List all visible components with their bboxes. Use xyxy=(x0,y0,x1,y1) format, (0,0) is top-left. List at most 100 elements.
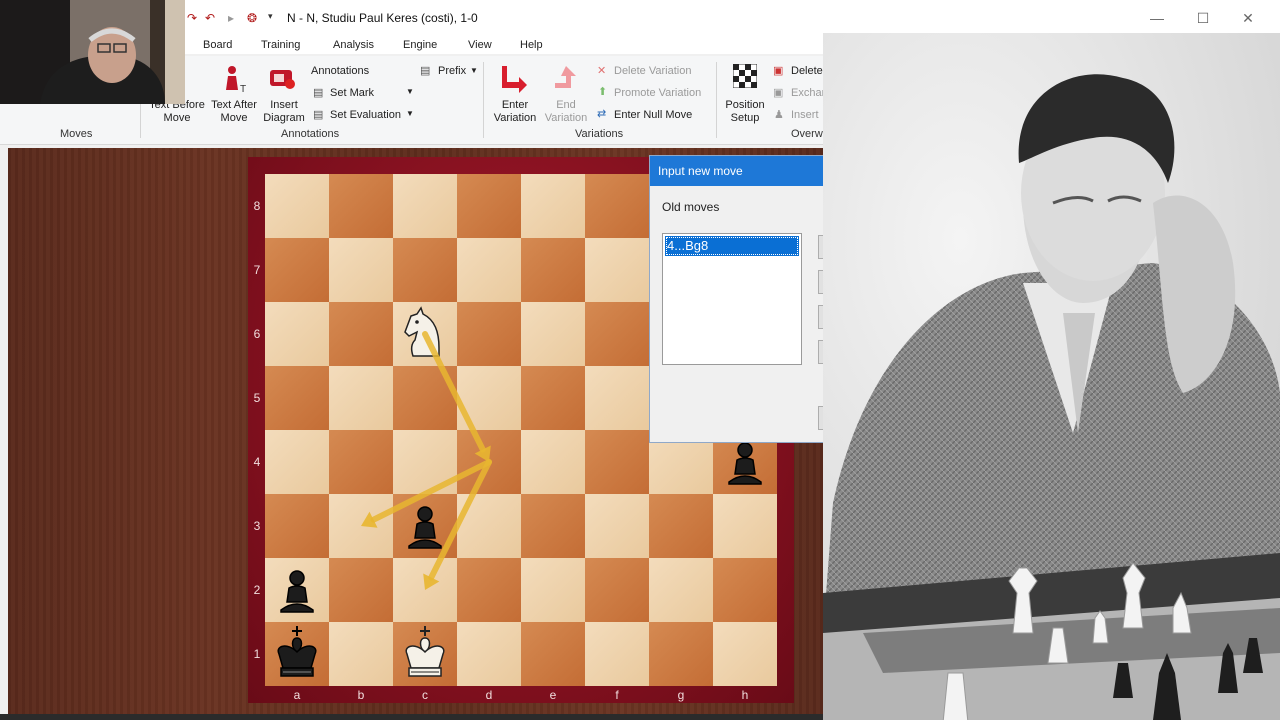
menu-analysis[interactable]: Analysis xyxy=(333,39,374,51)
menu-training[interactable]: Training xyxy=(261,39,300,51)
overwrite-group-label: Overwr xyxy=(791,128,827,140)
text-after-move-button[interactable]: Text After Move xyxy=(206,99,262,125)
square-a6[interactable] xyxy=(265,302,329,366)
svg-text:T: T xyxy=(240,84,246,94)
square-d6[interactable] xyxy=(457,302,521,366)
square-e6[interactable] xyxy=(521,302,585,366)
square-d2[interactable] xyxy=(457,558,521,622)
undo-icon[interactable]: ↶ xyxy=(205,11,215,25)
rank-label: 3 xyxy=(253,519,261,533)
square-c2[interactable] xyxy=(393,558,457,622)
square-a3[interactable] xyxy=(265,494,329,558)
square-a4[interactable] xyxy=(265,430,329,494)
square-b2[interactable] xyxy=(329,558,393,622)
maximize-button[interactable]: ☐ xyxy=(1193,9,1213,27)
square-e1[interactable] xyxy=(521,622,585,686)
prefix-dropdown-icon[interactable]: ▼ xyxy=(470,66,478,75)
square-h1[interactable] xyxy=(713,622,777,686)
menu-engine[interactable]: Engine xyxy=(403,39,437,51)
insert-button[interactable]: Insert xyxy=(791,109,819,121)
square-e3[interactable] xyxy=(521,494,585,558)
square-h3[interactable] xyxy=(713,494,777,558)
square-e5[interactable] xyxy=(521,366,585,430)
prefix-button[interactable]: Prefix xyxy=(438,65,466,77)
square-b8[interactable] xyxy=(329,174,393,238)
black-pawn-icon[interactable] xyxy=(393,494,457,558)
redo-icon[interactable]: ↷ xyxy=(187,11,197,25)
square-b1[interactable] xyxy=(329,622,393,686)
black-king-icon[interactable] xyxy=(265,622,329,686)
square-b3[interactable] xyxy=(329,494,393,558)
square-a7[interactable] xyxy=(265,238,329,302)
square-g1[interactable] xyxy=(649,622,713,686)
delete-variation-button[interactable]: Delete Variation xyxy=(614,65,691,77)
square-g3[interactable] xyxy=(649,494,713,558)
square-f3[interactable] xyxy=(585,494,649,558)
promote-variation-button[interactable]: Promote Variation xyxy=(614,87,701,99)
set-evaluation-dropdown-icon[interactable]: ▼ xyxy=(406,109,414,118)
file-label: b xyxy=(357,688,365,702)
square-f8[interactable] xyxy=(585,174,649,238)
set-evaluation-button[interactable]: Set Evaluation xyxy=(330,109,401,121)
rank-label: 4 xyxy=(253,455,261,469)
play-icon[interactable]: ▸ xyxy=(228,11,234,25)
menu-board[interactable]: Board xyxy=(203,39,232,51)
delete-button[interactable]: Delete xyxy=(791,65,823,77)
minimize-button[interactable]: — xyxy=(1147,9,1167,27)
square-d3[interactable] xyxy=(457,494,521,558)
square-f4[interactable] xyxy=(585,430,649,494)
end-variation-button[interactable]: End Variation xyxy=(542,99,590,125)
square-f7[interactable] xyxy=(585,238,649,302)
old-moves-list[interactable]: 4...Bg8 xyxy=(662,233,802,365)
square-d4[interactable] xyxy=(457,430,521,494)
square-e2[interactable] xyxy=(521,558,585,622)
square-c7[interactable] xyxy=(393,238,457,302)
enter-null-move-button[interactable]: Enter Null Move xyxy=(614,109,692,121)
rank-label: 7 xyxy=(253,263,261,277)
title-bar: ↷ ↶ ▸ ❂ ▾ N - N, Studiu Paul Keres (cost… xyxy=(0,0,1280,36)
square-b4[interactable] xyxy=(329,430,393,494)
square-d1[interactable] xyxy=(457,622,521,686)
chessbase-logo-icon[interactable]: ❂ xyxy=(247,11,257,25)
menu-help[interactable]: Help xyxy=(520,39,543,51)
close-button[interactable]: ✕ xyxy=(1238,9,1258,27)
square-f2[interactable] xyxy=(585,558,649,622)
menu-view[interactable]: View xyxy=(468,39,492,51)
black-pawn-icon[interactable] xyxy=(265,558,329,622)
file-label: a xyxy=(293,688,301,702)
square-d5[interactable] xyxy=(457,366,521,430)
position-setup-button[interactable]: Position Setup xyxy=(720,99,770,125)
input-new-move-dialog: Input new move Old moves 4...Bg8 xyxy=(649,155,831,443)
white-knight-icon[interactable] xyxy=(393,302,457,366)
promote-variation-icon: ⬆ xyxy=(598,86,608,98)
square-e7[interactable] xyxy=(521,238,585,302)
square-b7[interactable] xyxy=(329,238,393,302)
set-mark-dropdown-icon[interactable]: ▼ xyxy=(406,87,414,96)
square-c5[interactable] xyxy=(393,366,457,430)
annotations-button[interactable]: Annotations xyxy=(311,65,369,77)
square-d7[interactable] xyxy=(457,238,521,302)
square-d8[interactable] xyxy=(457,174,521,238)
horizontal-scrollbar[interactable] xyxy=(0,714,823,720)
square-c8[interactable] xyxy=(393,174,457,238)
quick-access-dropdown-icon[interactable]: ▾ xyxy=(268,11,273,22)
square-e4[interactable] xyxy=(521,430,585,494)
set-mark-button[interactable]: Set Mark xyxy=(330,87,374,99)
square-e8[interactable] xyxy=(521,174,585,238)
square-a8[interactable] xyxy=(265,174,329,238)
square-b6[interactable] xyxy=(329,302,393,366)
square-h2[interactable] xyxy=(713,558,777,622)
square-b5[interactable] xyxy=(329,366,393,430)
ribbon-separator xyxy=(716,62,717,138)
square-f6[interactable] xyxy=(585,302,649,366)
insert-diagram-button[interactable]: Insert Diagram xyxy=(258,99,310,125)
square-c4[interactable] xyxy=(393,430,457,494)
file-label: g xyxy=(677,688,685,702)
white-king-icon[interactable] xyxy=(393,622,457,686)
square-f5[interactable] xyxy=(585,366,649,430)
enter-variation-button[interactable]: Enter Variation xyxy=(490,99,540,125)
square-a5[interactable] xyxy=(265,366,329,430)
old-move-item[interactable]: 4...Bg8 xyxy=(665,236,799,256)
square-g2[interactable] xyxy=(649,558,713,622)
square-f1[interactable] xyxy=(585,622,649,686)
